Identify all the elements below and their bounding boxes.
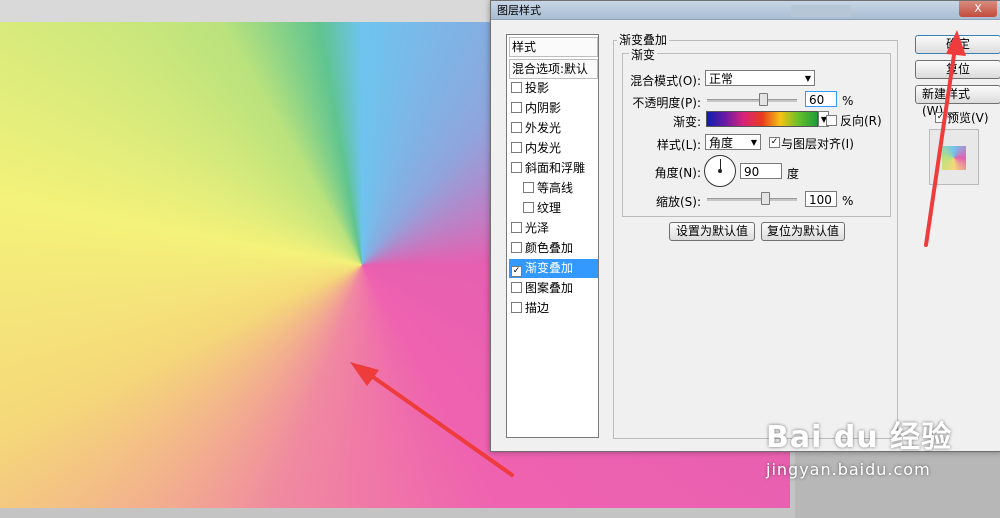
watermark-url: jingyan.baidu.com	[766, 460, 931, 479]
arrow-to-ok-button	[924, 30, 966, 247]
baidu-jingyan-watermark: Bai du 经验 jingyan.baidu.com	[766, 412, 952, 479]
arrow-to-canvas	[350, 362, 514, 477]
watermark-brand: Bai du 经验	[766, 420, 953, 455]
